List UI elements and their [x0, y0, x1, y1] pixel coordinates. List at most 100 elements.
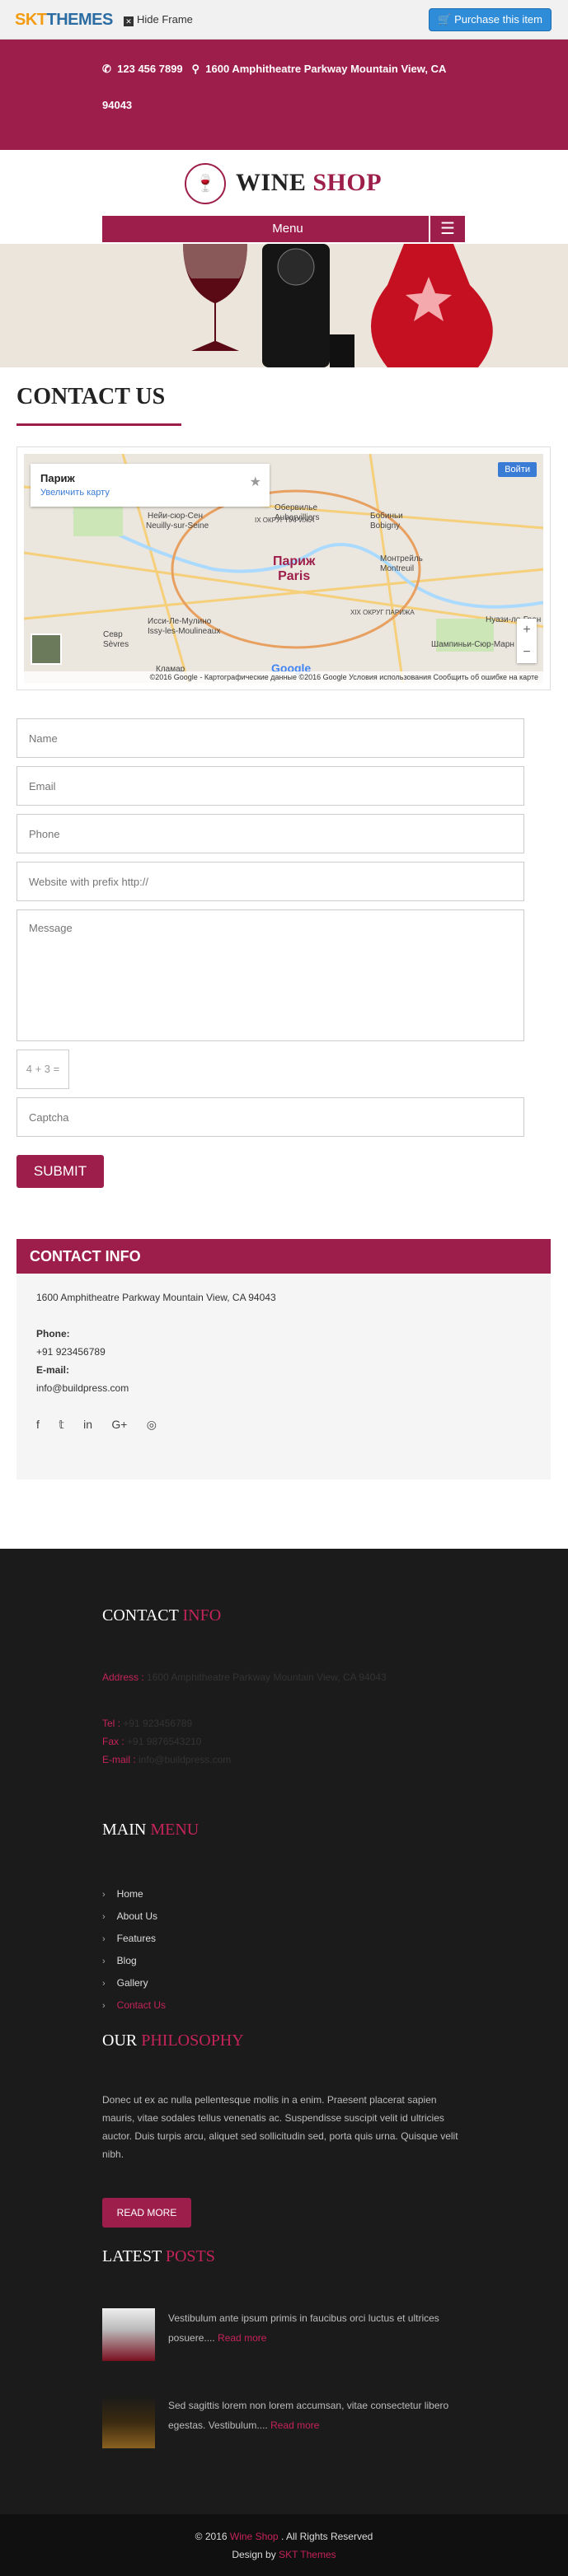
chevron-right-icon: › [102, 1957, 106, 1966]
map-label: Нейи-сюр-Сен [148, 512, 203, 521]
map-label: Montreuil [380, 564, 415, 573]
footer [0, 1549, 568, 2514]
purchase-button[interactable]: 🛒 Purchase this item [429, 8, 552, 31]
map-place-name: Париж [40, 472, 75, 484]
captcha-question: 4 + 3 = [16, 1050, 69, 1089]
google-map[interactable]: Париж Увеличить карту ★ Войти Нейи-сюр-С… [16, 446, 551, 690]
design-credit: Design by SKT Themes [232, 2549, 336, 2560]
map-label: Монтрейль [380, 554, 423, 563]
submit-button[interactable]: SUBMIT [16, 1155, 104, 1188]
post-thumbnail[interactable] [102, 2396, 155, 2448]
twitter-icon[interactable]: 𝕥 [59, 1418, 64, 1431]
copyright-text: © 2016 Wine Shop . All Rights Reserved [195, 2531, 373, 2542]
contact-form: 4 + 3 = SUBMIT [16, 718, 524, 1188]
website-input[interactable] [16, 862, 524, 901]
contact-info-social: f 𝕥 in G+ ◎ [36, 1415, 531, 1433]
captcha-input[interactable] [16, 1097, 524, 1137]
post-read-more-link[interactable]: Read more [218, 2332, 266, 2344]
contact-info-address: 1600 Amphitheatre Parkway Mountain View,… [36, 1292, 276, 1303]
star-icon[interactable]: ★ [250, 474, 261, 490]
zoom-in-icon[interactable]: + [517, 619, 537, 641]
footer-fax: Fax : +91 9876543210 [102, 1736, 202, 1747]
philosophy-text: Donec ut ex ac nulla pellentesque mollis… [102, 2094, 458, 2160]
header-contact: ✆ 123 456 7899 ⚲ 1600 Amphitheatre Parkw… [102, 51, 465, 124]
footer-menu-item-home[interactable]: › Home [102, 1883, 166, 1905]
contact-info-phone: +91 923456789 [36, 1346, 106, 1358]
email-label: E-mail: [36, 1364, 70, 1376]
linkedin-icon[interactable]: in [83, 1418, 92, 1431]
map-satellite-toggle[interactable] [31, 633, 62, 665]
map-login-button[interactable]: Войти [498, 462, 537, 477]
footer-email: E-mail : info@buildpress.com [102, 1754, 232, 1765]
post-read-more-link[interactable]: Read more [270, 2419, 319, 2431]
footer-contact-title: CONTACT INFO [102, 1606, 222, 1625]
map-place-card: Париж Увеличить карту ★ [31, 464, 270, 507]
page-title: CONTACT US [16, 384, 166, 409]
map-attribution[interactable]: ©2016 Google - Картографические данные ©… [24, 671, 543, 683]
map-label: Севр [103, 630, 123, 639]
chevron-right-icon: › [102, 1934, 106, 1944]
header-contact-bar: ✆ 123 456 7899 ⚲ 1600 Amphitheatre Parkw… [0, 40, 568, 173]
footer-menu-item-contact[interactable]: › Contact Us [102, 1994, 166, 2017]
hide-frame-link[interactable]: ✕ Hide Frame [124, 13, 193, 26]
name-input[interactable] [16, 718, 524, 758]
site-title[interactable]: WINE SHOP [236, 169, 382, 197]
message-textarea[interactable] [16, 909, 524, 1041]
footer-tel: Tel : +91 923456789 [102, 1718, 193, 1729]
email-input[interactable] [16, 766, 524, 806]
google-plus-icon[interactable]: G+ [111, 1418, 127, 1431]
post-thumbnail[interactable] [102, 2308, 155, 2361]
chevron-right-icon: › [102, 1979, 106, 1989]
designer-link[interactable]: SKT Themes [279, 2549, 336, 2560]
footer-menu-item-features[interactable]: › Features [102, 1928, 166, 1950]
map-zoom-controls[interactable]: + − [517, 619, 537, 663]
instagram-icon[interactable]: ◎ [147, 1418, 157, 1431]
skt-logo[interactable]: SKTTHEMES [15, 11, 113, 30]
map-label: Sèvres [103, 640, 129, 649]
map-label: Bobigny [370, 521, 401, 531]
facebook-icon[interactable]: f [36, 1418, 40, 1431]
chevron-right-icon: › [102, 2001, 106, 2011]
footer-menu: › Home › About Us › Features › Blog › Gallery… [102, 1883, 166, 2017]
contact-info-email[interactable]: info@buildpress.com [36, 1379, 531, 1397]
wine-logo-icon[interactable]: 🍷 [185, 163, 226, 204]
read-more-button[interactable]: READ MORE [102, 2198, 191, 2228]
footer-posts-title: LATEST POSTS [102, 2247, 215, 2265]
map-city-label: Париж Paris [273, 554, 316, 583]
map-label: Шампиньи-Сюр-Марн [431, 640, 514, 649]
contact-info-title: CONTACT INFO [16, 1239, 551, 1274]
menu-toggle[interactable]: Menu ☰ [102, 216, 465, 242]
footer-philosophy-title: OUR PHILOSOPHY [102, 2031, 244, 2050]
site-header: 🍷 WINE SHOP Menu ☰ [0, 150, 568, 242]
phone-input[interactable] [16, 814, 524, 853]
chevron-right-icon: › [102, 1912, 106, 1922]
footer-address: Address : 1600 Amphitheatre Parkway Moun… [102, 1671, 387, 1683]
map-label: XIX ОКРУГ ПАРИЖА [350, 609, 415, 616]
hero-banner [0, 244, 568, 367]
chevron-right-icon: › [102, 1890, 106, 1900]
map-label: Иcси-Ле-Мулино [148, 617, 212, 626]
contact-info-box: CONTACT INFO 1600 Amphitheatre Parkway M… [16, 1239, 551, 1480]
map-label: Aubervilliers [275, 513, 320, 522]
footer-menu-item-about[interactable]: › About Us [102, 1905, 166, 1928]
title-underline [16, 423, 181, 426]
cart-icon: 🛒 [438, 13, 452, 26]
footer-menu-item-blog[interactable]: › Blog [102, 1950, 166, 1972]
hamburger-icon[interactable]: ☰ [429, 216, 465, 242]
footer-menu-item-gallery[interactable]: › Gallery [102, 1972, 166, 1994]
site-link[interactable]: Wine Shop [230, 2531, 279, 2542]
map-label: Issy-les-Moulineaux [148, 627, 221, 636]
copyright-bar: © 2016 Wine Shop . All Rights Reserved D… [0, 2514, 568, 2576]
map-marker-icon: ⚲ [191, 63, 200, 75]
wine-bottles-image [0, 244, 568, 367]
map-label: Обервилье [275, 503, 318, 512]
phone-label: Phone: [36, 1328, 70, 1339]
demo-topbar: SKTTHEMES ✕ Hide Frame 🛒 Purchase this it… [0, 0, 568, 40]
close-icon: ✕ [124, 16, 134, 26]
footer-menu-title: MAIN MENU [102, 1821, 200, 1839]
map-enlarge-link[interactable]: Увеличить карту [40, 488, 260, 498]
header-phone: 123 456 7899 [117, 63, 183, 75]
zoom-out-icon[interactable]: − [517, 641, 537, 663]
phone-icon: ✆ [102, 63, 111, 75]
map-label: Neuilly-sur-Seine [146, 521, 209, 531]
